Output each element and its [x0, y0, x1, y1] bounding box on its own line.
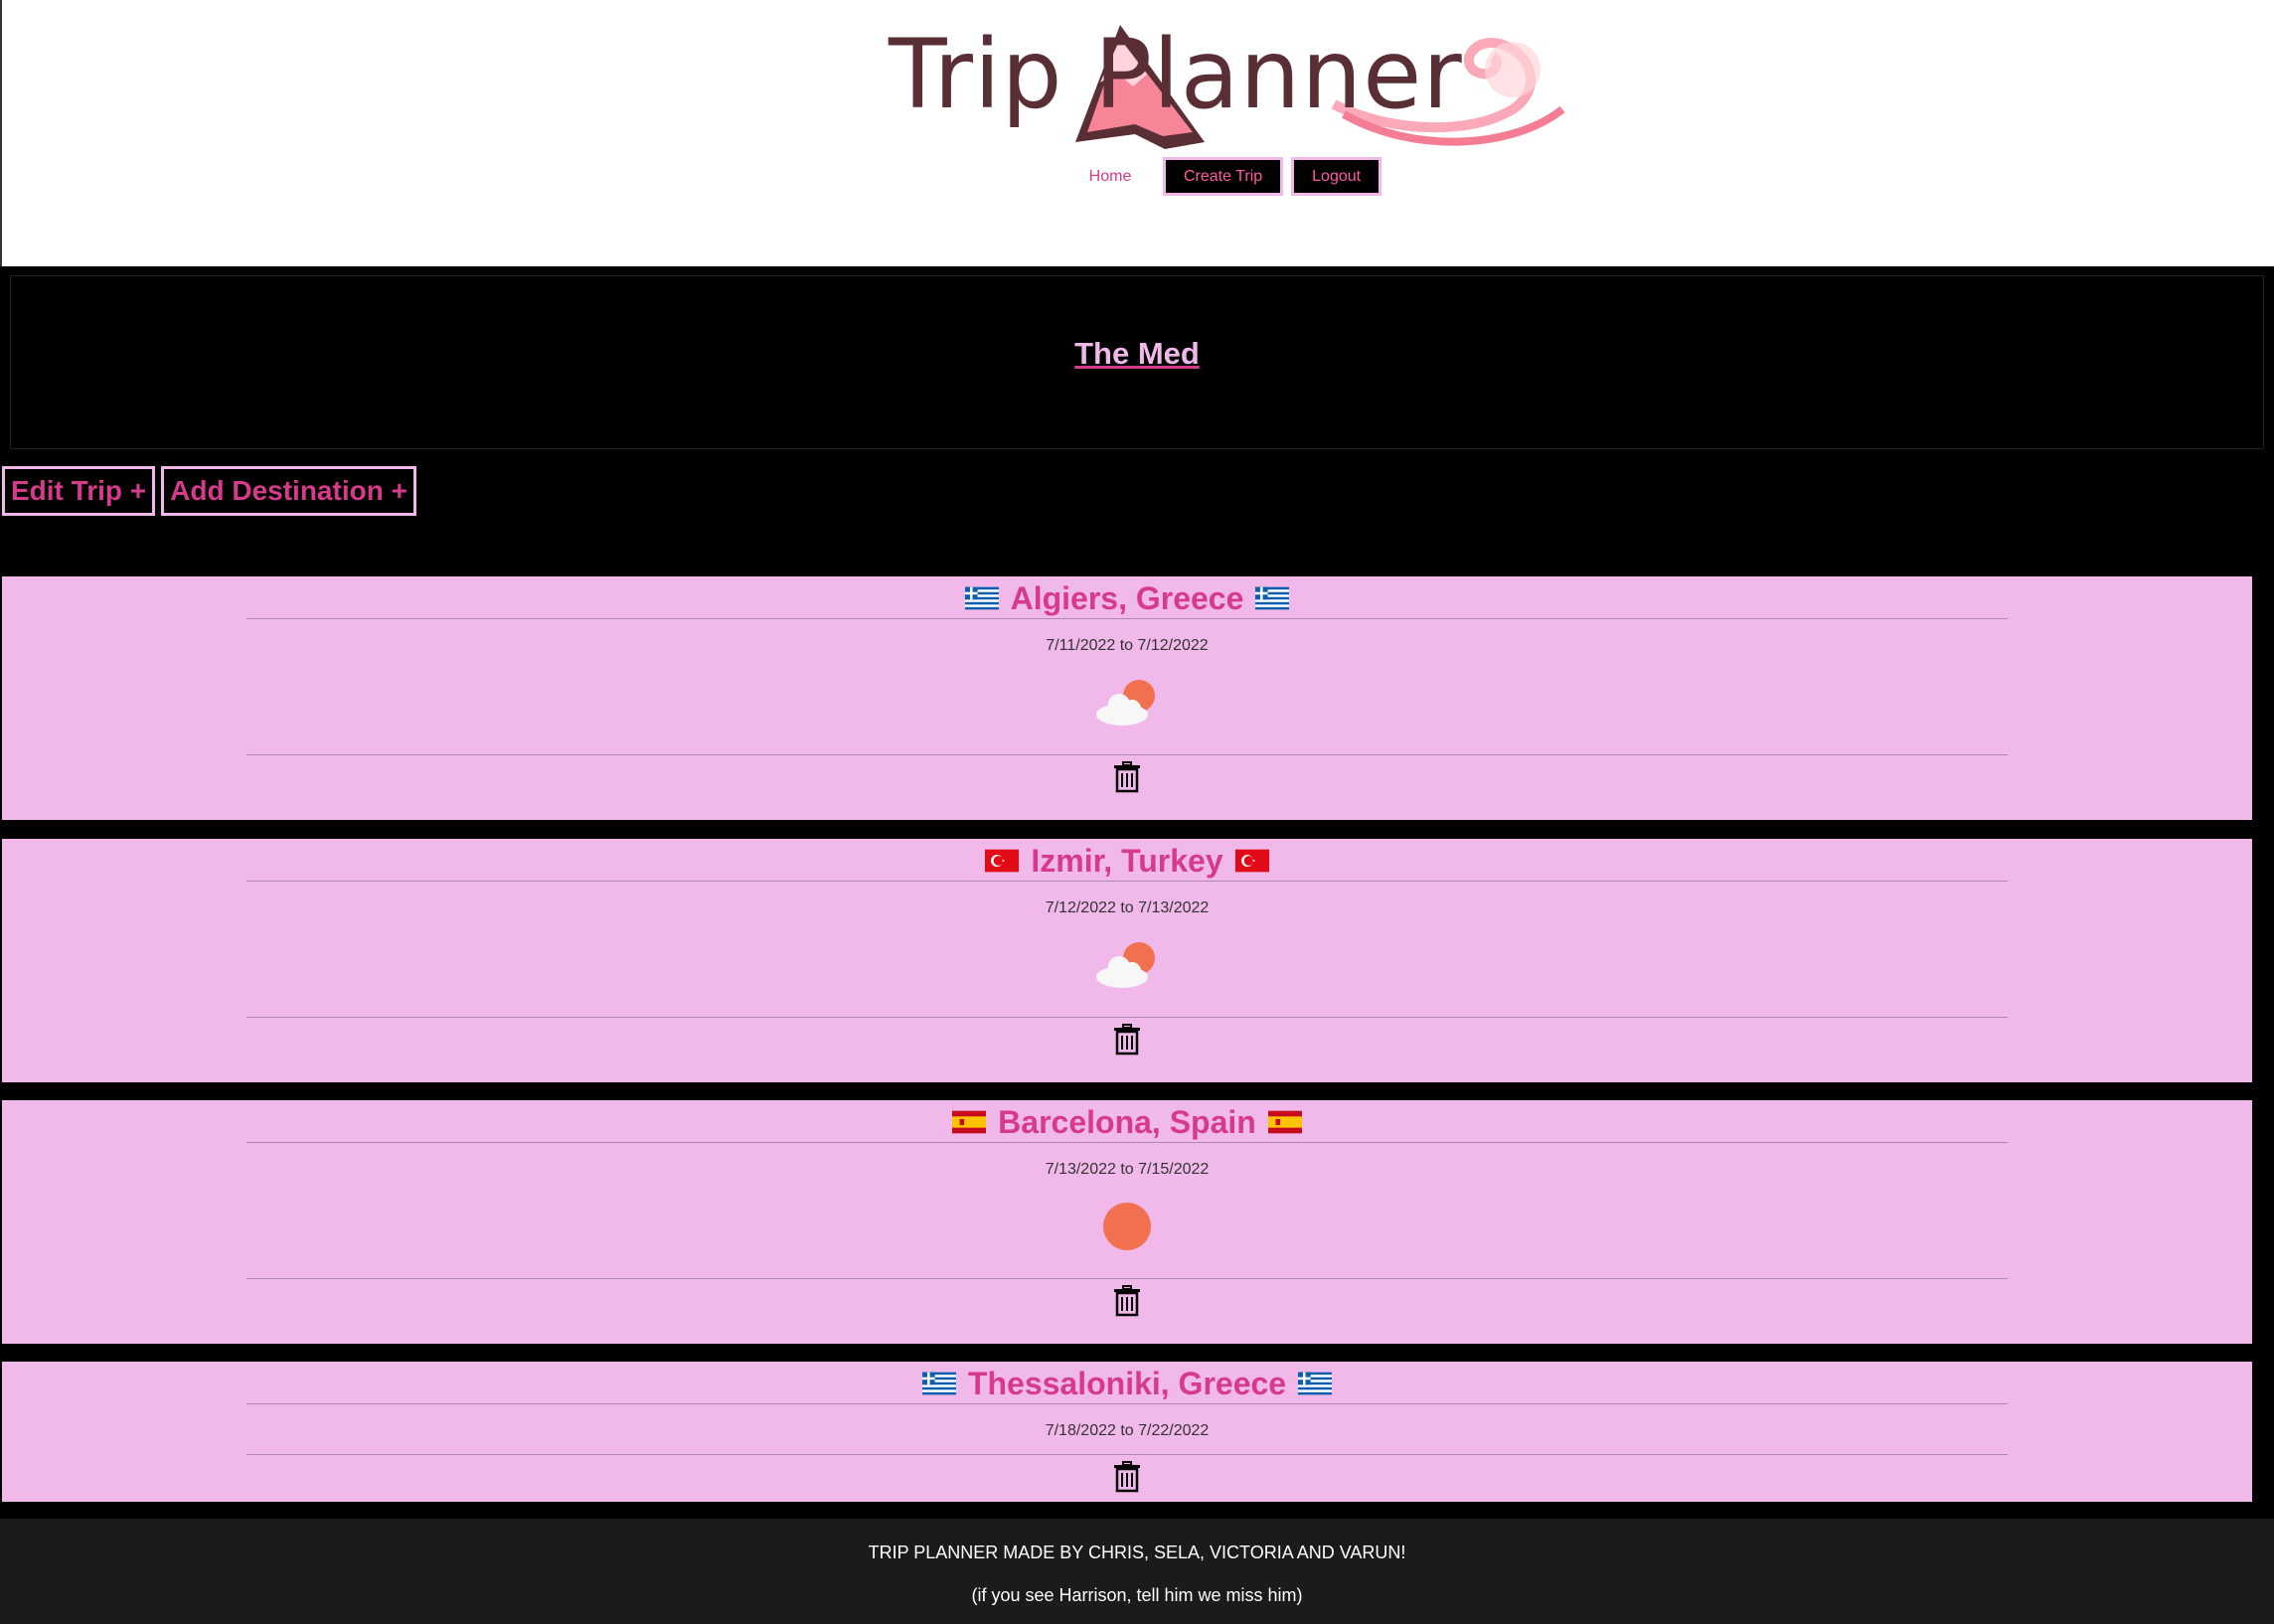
weather	[2, 1191, 2252, 1260]
trash-icon	[1114, 1285, 1140, 1317]
destination-dates: 7/12/2022 to 7/13/2022	[1045, 899, 1210, 916]
trash-icon	[1114, 1461, 1140, 1493]
greece-flag-icon	[964, 586, 999, 610]
destination-card: Barcelona, Spain 7/13/2022 to 7/15/2022	[2, 1100, 2252, 1344]
weather	[2, 667, 2252, 736]
footer-note: (if you see Harrison, tell him we miss h…	[971, 1585, 1303, 1605]
site-header: Trip Planner Home Create Trip Logout	[0, 0, 2274, 266]
destination-title: Algiers, Greece	[2, 576, 2252, 618]
greece-flag-icon	[1255, 586, 1290, 610]
partly-cloudy-icon	[1096, 942, 1155, 988]
delete-destination-button[interactable]	[2, 755, 2252, 793]
trip-banner: The Med	[10, 275, 2264, 449]
site-footer: TRIP PLANNER MADE BY CHRIS, SELA, VICTOR…	[0, 1519, 2274, 1624]
trip-title[interactable]: The Med	[11, 336, 2263, 372]
greece-flag-icon	[921, 1372, 956, 1395]
partly-cloudy-icon	[1096, 680, 1155, 726]
destination-title: Thessaloniki, Greece	[2, 1362, 2252, 1403]
delete-destination-button[interactable]	[2, 1455, 2252, 1493]
trip-planner-logo[interactable]: Trip Planner	[877, 15, 1572, 159]
destination-card: Algiers, Greece 7/11/2022 to 7/12/2022	[2, 576, 2252, 820]
destination-title: Izmir, Turkey	[2, 839, 2252, 881]
destination-title: Barcelona, Spain	[2, 1100, 2252, 1142]
trash-icon	[1114, 1024, 1140, 1056]
trash-icon	[1114, 761, 1140, 793]
destination-dates: 7/18/2022 to 7/22/2022	[1045, 1422, 1210, 1439]
destination-name: Thessaloniki, Greece	[967, 1365, 1287, 1401]
spain-flag-icon	[952, 1110, 987, 1134]
destination-name: Algiers, Greece	[1010, 579, 1244, 616]
destination-dates: 7/11/2022 to 7/12/2022	[1046, 637, 1209, 654]
spain-flag-icon	[1267, 1110, 1302, 1134]
edit-trip-button[interactable]: Edit Trip +	[2, 466, 156, 516]
turkey-flag-icon	[985, 849, 1020, 873]
nav-home-link[interactable]: Home	[1065, 160, 1155, 194]
destination-dates: 7/13/2022 to 7/15/2022	[1045, 1161, 1210, 1178]
destination-card: Thessaloniki, Greece 7/18/2022 to 7/22/2…	[2, 1362, 2252, 1502]
logout-button[interactable]: Logout	[1291, 157, 1382, 196]
trip-actions: Edit Trip + Add Destination +	[2, 466, 416, 516]
destination-name: Barcelona, Spain	[998, 1103, 1256, 1140]
logo-text: Trip Planner	[889, 19, 1463, 130]
footer-credits: TRIP PLANNER MADE BY CHRIS, SELA, VICTOR…	[868, 1543, 1406, 1562]
destination-name: Izmir, Turkey	[1031, 842, 1223, 879]
create-trip-button[interactable]: Create Trip	[1163, 157, 1284, 196]
delete-destination-button[interactable]	[2, 1018, 2252, 1056]
main-nav: Home Create Trip Logout	[1065, 157, 1382, 196]
add-destination-button[interactable]: Add Destination +	[161, 466, 416, 516]
turkey-flag-icon	[1234, 849, 1269, 873]
delete-destination-button[interactable]	[2, 1279, 2252, 1317]
destination-card: Izmir, Turkey 7/12/2022 to 7/13/2022	[2, 839, 2252, 1082]
sun-icon	[1103, 1203, 1151, 1250]
weather	[2, 929, 2252, 999]
greece-flag-icon	[1298, 1372, 1333, 1395]
